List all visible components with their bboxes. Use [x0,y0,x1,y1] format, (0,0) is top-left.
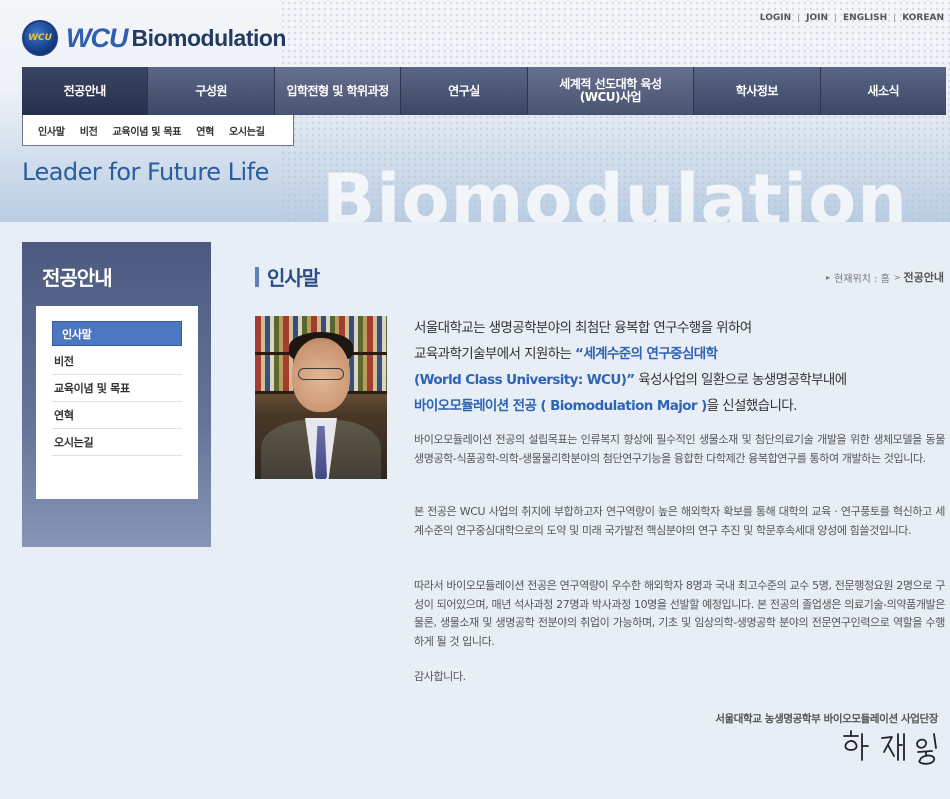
subnav-education-goals[interactable]: 교육이념 및 목표 [113,123,182,138]
title-bar-decoration [255,266,259,287]
page-title-text: 인사말 [267,266,320,290]
director-photo [255,316,387,479]
divider [798,14,800,22]
breadcrumb-prefix: 현재위치 : 홈 [834,273,890,285]
gnb-item-major-info[interactable]: 전공안내 [22,67,149,115]
side-nav-item-greeting[interactable]: 인사말 [52,321,182,346]
site-logo[interactable]: WCU WCU Biomodulation [22,18,286,58]
side-nav-title: 전공안내 [42,266,113,290]
body-paragraph-3: 따라서 바이오모듈레이션 전공은 연구역량이 우수한 해외학자 8명과 국내 최… [414,579,945,648]
divider [894,14,896,22]
lead-line: 육성사업의 일환으로 농생명공학부내에 [634,372,847,388]
lead-line: 을 신설했습니다. [706,398,798,414]
login-link[interactable]: LOGIN [760,13,791,23]
wcu-emblem-icon: WCU [22,20,58,56]
breadcrumb-arrow-icon: ▸ [826,272,831,282]
english-link[interactable]: ENGLISH [843,13,887,23]
side-nav-item-directions[interactable]: 오시는길 [52,429,182,456]
gnb-item-wcu-label: 세계적 선도대학 육성(WCU)사업 [559,77,662,104]
photo-glasses [298,368,344,380]
subnav-greeting[interactable]: 인사말 [38,123,65,138]
side-nav-item-history[interactable]: 연혁 [52,402,182,429]
breadcrumb-current: 전공안내 [903,271,944,284]
hero-slogan: Leader for Future Life [22,158,269,186]
divider [835,14,837,22]
body-paragraph-1: 바이오모듈레이션 전공의 설립목표는 인류복지 향상에 필수적인 생물소재 및 … [414,433,945,465]
gnb-item-labs[interactable]: 연구실 [401,67,528,115]
subnav-history[interactable]: 연혁 [196,123,214,138]
lead-text: 서울대학교는 생명공학분야의 최첨단 융복합 연구수행을 위하여 교육과학기술부… [414,315,949,419]
lead-highlight: 바이오모듈레이션 전공 ( Biomodulation Major ) [414,398,707,414]
gnb-item-academic[interactable]: 학사정보 [694,67,821,115]
handwritten-signature [843,730,937,765]
korean-link[interactable]: KOREAN [902,13,944,23]
lead-highlight: (World Class University: WCU)” [414,372,635,388]
side-nav-item-vision[interactable]: 비전 [52,348,182,375]
utility-links: LOGIN JOIN ENGLISH KOREAN [760,13,944,23]
sub-nav: 인사말 비전 교육이념 및 목표 연혁 오시는길 [22,115,294,146]
side-nav: 전공안내 인사말 비전 교육이념 및 목표 연혁 오시는길 [22,242,211,547]
lead-line: 서울대학교는 생명공학분야의 최첨단 융복합 연구수행을 위하여 [414,320,752,336]
body-paragraph-2: 본 전공은 WCU 사업의 취지에 부합하고자 연구역량이 높은 해외학자 확보… [414,505,945,537]
signoff-title: 서울대학교 농생명공학부 바이오모듈레이션 사업단장 [715,713,938,725]
gnb-item-admission[interactable]: 입학전형 및 학위과정 [274,67,402,115]
side-nav-item-education-goals[interactable]: 교육이념 및 목표 [52,375,182,402]
subnav-directions[interactable]: 오시는길 [229,123,265,138]
join-link[interactable]: JOIN [806,13,828,23]
hero-watermark: Biomodulation [322,159,909,222]
global-nav: 전공안내 구성원 입학전형 및 학위과정 연구실 세계적 선도대학 육성(WCU… [22,67,946,115]
lead-highlight: “세계수준의 연구중심대학 [575,346,718,362]
gnb-item-wcu-project[interactable]: 세계적 선도대학 육성(WCU)사업 [527,67,695,115]
lead-line: 교육과학기술부에서 지원하는 [414,346,576,362]
chevron-right-icon: > [893,272,901,282]
logo-wcu-text: WCU [66,22,128,53]
header-hero: WCU WCU Biomodulation LOGIN JOIN ENGLISH… [0,0,950,222]
side-nav-list: 인사말 비전 교육이념 및 목표 연혁 오시는길 [36,306,198,499]
subnav-vision[interactable]: 비전 [80,123,98,138]
gnb-item-news[interactable]: 새소식 [820,67,946,115]
page-title: 인사말 [255,262,320,291]
body-paragraph-4: 감사합니다. [414,670,466,683]
breadcrumb: ▸ 현재위치 : 홈 > 전공안내 [826,269,944,285]
gnb-item-members[interactable]: 구성원 [148,67,275,115]
logo-brand-text: Biomodulation [131,24,286,51]
